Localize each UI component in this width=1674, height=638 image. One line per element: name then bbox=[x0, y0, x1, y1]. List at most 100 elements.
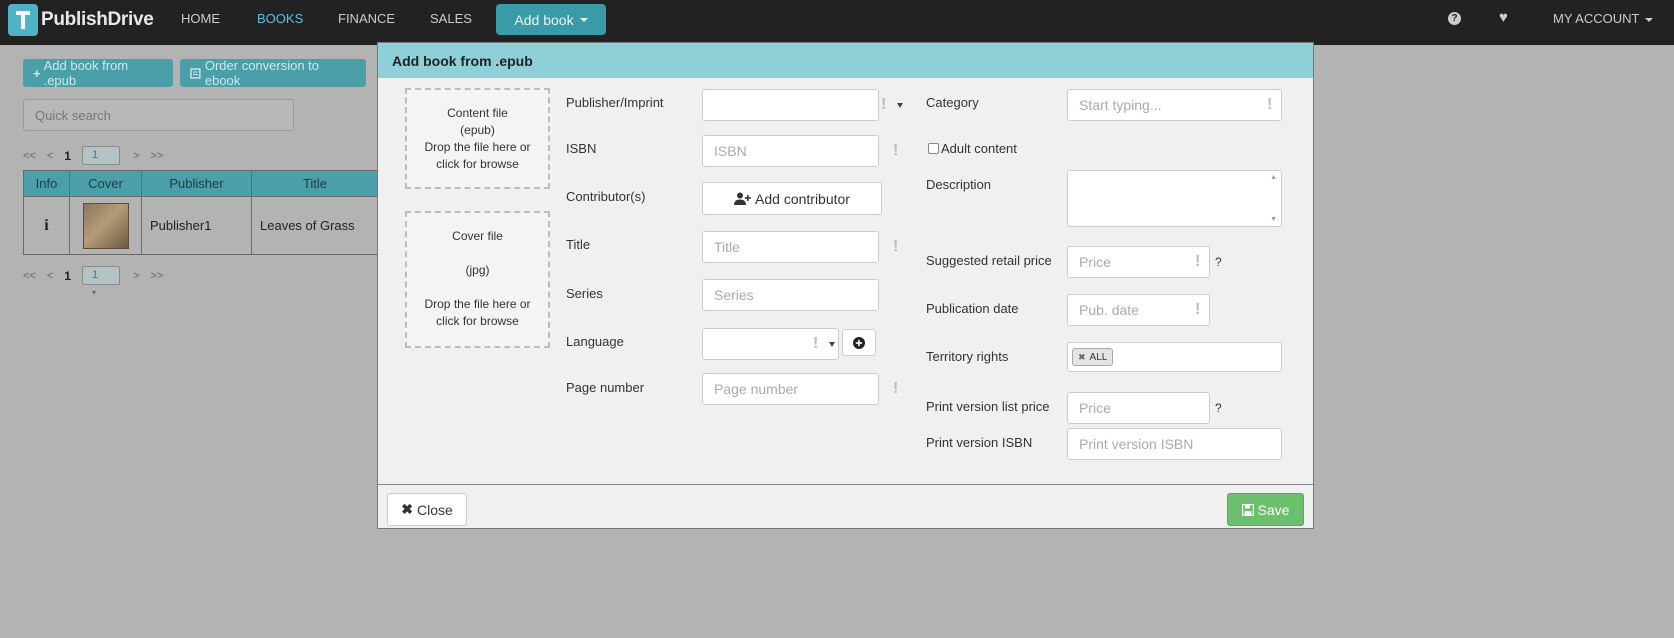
description-label: Description bbox=[926, 177, 992, 192]
pager-next[interactable]: > bbox=[133, 270, 139, 282]
add-language-button[interactable] bbox=[842, 329, 876, 356]
heart-icon[interactable]: ♥ bbox=[1499, 9, 1508, 26]
pager-prev[interactable]: < bbox=[47, 270, 53, 282]
info-icon[interactable]: i bbox=[23, 196, 70, 255]
add-book-dropdown[interactable]: Add book bbox=[496, 4, 606, 35]
pager-first[interactable]: << bbox=[23, 150, 36, 162]
add-from-epub-label: Add book from .epub bbox=[43, 58, 129, 88]
pager-top: << < 1 1 ▾ > >> bbox=[23, 146, 174, 177]
adult-content-checkbox[interactable] bbox=[928, 143, 939, 154]
chevron-down-icon bbox=[1645, 17, 1654, 22]
nav-sales[interactable]: SALES bbox=[430, 0, 472, 45]
close-button[interactable]: ✖ Close bbox=[387, 493, 467, 526]
publisher-select[interactable] bbox=[702, 89, 879, 121]
category-label: Category bbox=[926, 95, 979, 110]
help-icon[interactable]: ? bbox=[1448, 12, 1461, 25]
pager-prev[interactable]: < bbox=[47, 150, 53, 162]
pager-current: 1 bbox=[64, 148, 71, 163]
plus-icon: + bbox=[33, 65, 41, 81]
cover-thumbnail[interactable] bbox=[82, 202, 129, 249]
category-input[interactable] bbox=[1067, 89, 1282, 121]
col-header-info[interactable]: Info bbox=[23, 170, 70, 197]
save-button[interactable]: Save bbox=[1227, 493, 1304, 526]
my-account-menu[interactable]: MY ACCOUNT bbox=[1553, 0, 1654, 45]
chevron-down-icon bbox=[579, 17, 588, 22]
series-input[interactable] bbox=[702, 279, 879, 311]
close-icon: ✖ bbox=[401, 501, 413, 517]
cover-file-label: Cover file bbox=[452, 229, 503, 243]
modal-footer: ✖ Close Save bbox=[378, 484, 1313, 528]
col-header-title[interactable]: Title bbox=[251, 170, 379, 197]
title-cell: Leaves of Grass bbox=[251, 196, 379, 255]
page-number-label: Page number bbox=[566, 380, 645, 395]
print-isbn-input[interactable] bbox=[1067, 428, 1282, 460]
print-isbn-label: Print version ISBN bbox=[926, 435, 1033, 450]
scroll-up-icon[interactable]: ▲ bbox=[1270, 174, 1277, 181]
retail-price-input[interactable] bbox=[1067, 246, 1210, 278]
col-header-publisher[interactable]: Publisher bbox=[141, 170, 252, 197]
brand-logo[interactable]: PublishDrive bbox=[8, 4, 154, 36]
title-input[interactable] bbox=[702, 231, 879, 263]
pager-next[interactable]: > bbox=[133, 150, 139, 162]
pager-select-value: 1 bbox=[91, 149, 99, 161]
pub-date-label: Publication date bbox=[926, 301, 1019, 316]
page-number-input[interactable] bbox=[702, 373, 879, 405]
isbn-label: ISBN bbox=[566, 141, 597, 156]
territory-tag: ✖ ALL bbox=[1072, 348, 1114, 366]
content-file-hint: Drop the file here or bbox=[424, 140, 531, 154]
retail-price-label: Suggested retail price bbox=[926, 253, 1052, 268]
territory-input[interactable]: ✖ ALL bbox=[1067, 342, 1282, 372]
content-file-label: Content file bbox=[447, 106, 508, 120]
series-label: Series bbox=[566, 286, 603, 301]
top-navbar: PublishDrive HOME BOOKS FINANCE SALES Ad… bbox=[0, 0, 1674, 45]
book-logo-icon bbox=[8, 4, 38, 36]
quick-search-input[interactable] bbox=[23, 99, 294, 131]
add-contributor-label: Add contributor bbox=[755, 190, 850, 207]
order-conversion-button[interactable]: Order conversion to ebook bbox=[180, 58, 366, 88]
pager-first[interactable]: << bbox=[23, 270, 36, 282]
content-file-type: (epub) bbox=[460, 123, 495, 137]
contributors-label: Contributor(s) bbox=[566, 189, 646, 204]
cover-file-hint: Drop the file here or bbox=[424, 297, 531, 311]
content-file-dropzone[interactable]: Content file (epub) Drop the file here o… bbox=[405, 88, 550, 189]
remove-tag-icon[interactable]: ✖ bbox=[1078, 352, 1086, 363]
order-conversion-label: Order conversion to ebook bbox=[204, 58, 320, 88]
cover-cell bbox=[69, 196, 142, 255]
print-price-help-icon[interactable]: ? bbox=[1215, 401, 1222, 415]
cover-file-dropzone[interactable]: Cover file (jpg) Drop the file here or c… bbox=[405, 211, 550, 348]
table-row[interactable]: i Publisher1 Leaves of Grass bbox=[23, 196, 379, 255]
description-textarea[interactable]: ▲ ▼ bbox=[1067, 170, 1282, 227]
nav-books[interactable]: BOOKS bbox=[257, 0, 303, 45]
language-select[interactable] bbox=[702, 328, 839, 360]
nav-finance[interactable]: FINANCE bbox=[338, 0, 395, 45]
add-book-modal: Add book from .epub Content file (epub) … bbox=[377, 42, 1314, 529]
required-icon: ! bbox=[881, 96, 887, 113]
pager-last[interactable]: >> bbox=[150, 270, 163, 282]
brand-name: PublishDrive bbox=[41, 9, 154, 30]
nav-home[interactable]: HOME bbox=[181, 0, 220, 45]
publisher-cell: Publisher1 bbox=[141, 196, 252, 255]
retail-price-help-icon[interactable]: ? bbox=[1215, 255, 1222, 269]
content-file-browse: click for browse bbox=[436, 157, 519, 171]
pub-date-input[interactable] bbox=[1067, 294, 1210, 326]
add-contributor-button[interactable]: Add contributor bbox=[702, 182, 882, 215]
print-price-input[interactable] bbox=[1067, 392, 1210, 424]
pager-last[interactable]: >> bbox=[150, 150, 163, 162]
cover-file-type: (jpg) bbox=[465, 263, 490, 277]
plus-circle-icon bbox=[853, 336, 865, 349]
cover-file-browse: click for browse bbox=[436, 314, 519, 328]
my-account-label: MY ACCOUNT bbox=[1553, 11, 1640, 26]
pager-current: 1 bbox=[64, 268, 71, 283]
isbn-input[interactable] bbox=[702, 135, 879, 167]
col-header-cover[interactable]: Cover bbox=[69, 170, 142, 197]
modal-title: Add book from .epub bbox=[378, 43, 1313, 78]
add-book-label: Add book bbox=[514, 11, 574, 28]
add-from-epub-button[interactable]: + Add book from .epub bbox=[23, 58, 173, 88]
scroll-down-icon[interactable]: ▼ bbox=[1270, 216, 1277, 223]
pager-select[interactable]: 1 ▾ bbox=[81, 146, 120, 177]
chevron-down-icon bbox=[897, 103, 903, 108]
close-label: Close bbox=[416, 501, 453, 518]
book-icon bbox=[190, 67, 201, 79]
pager-select[interactable]: 1 ▾ bbox=[81, 266, 120, 297]
floppy-disk-icon bbox=[1241, 503, 1254, 516]
